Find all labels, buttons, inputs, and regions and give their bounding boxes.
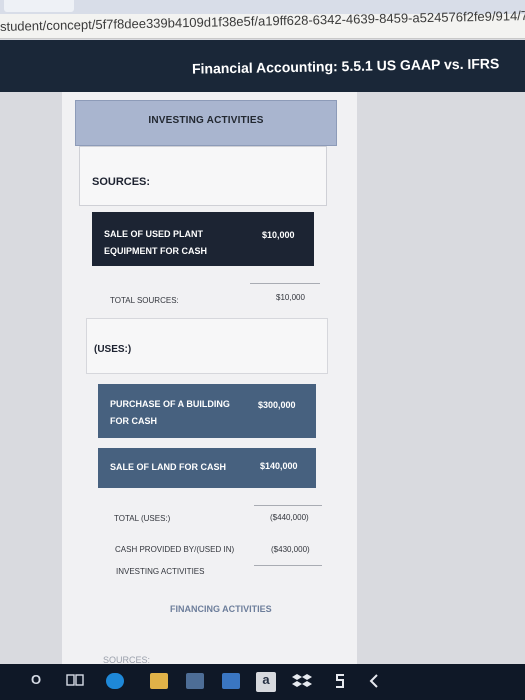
cash-provided-label-line2: INVESTING ACTIVITIES <box>116 567 205 576</box>
dropbox-icon[interactable] <box>292 672 312 692</box>
use-card-1-amount: $300,000 <box>258 400 296 410</box>
total-uses-rule <box>254 505 322 506</box>
edge-browser-icon[interactable] <box>106 673 124 689</box>
uses-label: (USES:) <box>94 344 132 355</box>
mail-icon[interactable] <box>222 673 240 689</box>
search-icon[interactable]: O <box>28 672 44 692</box>
total-uses-amount: ($440,000) <box>270 513 309 522</box>
task-view-icon[interactable] <box>66 672 84 692</box>
source-card-amount: $10,000 <box>262 230 295 240</box>
file-explorer-icon[interactable] <box>150 673 168 689</box>
cash-provided-amount: ($430,000) <box>271 545 310 554</box>
total-sources-label: TOTAL SOURCES: <box>110 296 179 305</box>
chevron-left-icon[interactable] <box>364 672 384 692</box>
cash-provided-label-line1: CASH PROVIDED BY/(USED IN) <box>115 545 235 554</box>
investing-activities-header: INVESTING ACTIVITIES <box>75 100 337 146</box>
taskbar: O a <box>0 664 525 700</box>
page-title: Financial Accounting: 5.5.1 US GAAP vs. … <box>191 55 500 77</box>
use-card-1-line2: FOR CASH <box>110 416 157 426</box>
source-card-sale-of-equipment[interactable]: SALE OF USED PLANT EQUIPMENT FOR CASH $1… <box>92 212 314 266</box>
use-card-sale-of-land[interactable]: SALE OF LAND FOR CASH $140,000 <box>98 448 316 488</box>
calendar-icon[interactable] <box>186 673 204 689</box>
use-card-purchase-building[interactable]: PURCHASE OF A BUILDING FOR CASH $300,000 <box>98 384 316 438</box>
sources-label: SOURCES: <box>92 176 151 188</box>
use-card-1-line1: PURCHASE OF A BUILDING <box>110 399 230 409</box>
address-bar[interactable]: student/concept/5f7f8dee339b4109d1f38e5f… <box>0 8 525 39</box>
browser-tab[interactable] <box>4 0 74 12</box>
total-uses-label: TOTAL (USES:) <box>114 514 171 523</box>
total-sources-rule <box>250 283 320 284</box>
source-card-line2: EQUIPMENT FOR CASH <box>104 246 208 256</box>
use-card-2-label: SALE OF LAND FOR CASH <box>110 462 226 472</box>
cash-provided-rule <box>254 565 322 566</box>
app-icon-s[interactable] <box>330 672 350 692</box>
total-sources-amount: $10,000 <box>276 293 305 302</box>
investing-activities-title: INVESTING ACTIVITIES <box>148 115 264 126</box>
use-card-2-amount: $140,000 <box>260 461 298 471</box>
course-title-bar: Financial Accounting: 5.5.1 US GAAP vs. … <box>0 40 525 92</box>
source-card-line1: SALE OF USED PLANT <box>104 229 204 239</box>
financing-activities-title: FINANCING ACTIVITIES <box>170 604 272 614</box>
store-icon[interactable]: a <box>256 672 276 692</box>
